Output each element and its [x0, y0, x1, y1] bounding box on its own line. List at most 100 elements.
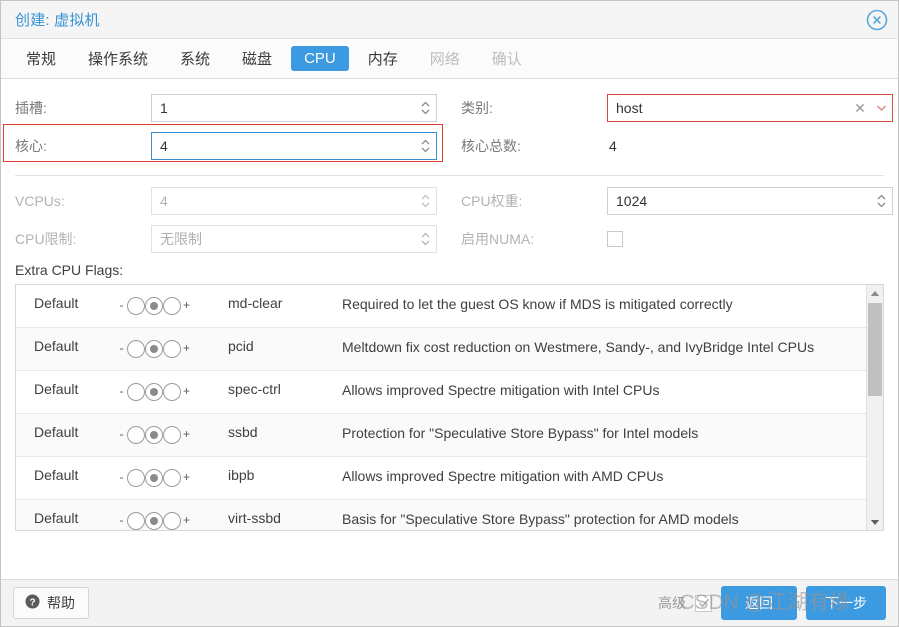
tab-cpu[interactable]: CPU — [291, 46, 349, 71]
flag-tristate-control[interactable]: - + — [116, 424, 228, 444]
flag-radio-on[interactable] — [163, 512, 181, 530]
cpu-form-grid: 插槽: 类别: ✕ — [15, 89, 893, 165]
flag-radio-off[interactable] — [127, 297, 145, 315]
flag-tristate-control[interactable]: - + — [116, 381, 228, 401]
total-cores-label: 核心总数: — [461, 138, 521, 154]
cpu-weight-input[interactable] — [608, 188, 870, 214]
cores-spinner[interactable] — [414, 133, 436, 159]
flag-radio-on[interactable] — [163, 340, 181, 358]
cores-input[interactable] — [152, 133, 414, 159]
tab-general[interactable]: 常规 — [13, 44, 69, 73]
table-row: Default - + ibpb Allows improved Spectre mit… — [16, 457, 883, 500]
cores-input-wrap[interactable] — [151, 132, 437, 160]
flag-description: Allows improved Spectre mitigation with … — [342, 382, 660, 398]
flag-radio-off[interactable] — [127, 340, 145, 358]
sockets-field-cell — [151, 94, 461, 122]
back-button[interactable]: 返回 — [721, 586, 797, 620]
cpu-weight-input-wrap[interactable] — [607, 187, 893, 215]
flag-tristate-control[interactable]: - + — [116, 338, 228, 358]
enable-numa-label: 启用NUMA: — [461, 231, 535, 247]
extra-cpu-flags-table: Default - + md-clear Required to let the gue… — [15, 284, 884, 531]
table-row: Default - + pcid Meltdown fix cost reduction… — [16, 328, 883, 371]
chevron-down-icon[interactable] — [870, 95, 892, 121]
flag-radio-default[interactable] — [145, 340, 163, 358]
table-row: Default - + virt-ssbd Basis for "Speculative… — [16, 500, 883, 530]
sockets-spinner[interactable] — [414, 95, 436, 121]
flag-radio-default[interactable] — [145, 297, 163, 315]
flag-radio-off[interactable] — [127, 383, 145, 401]
cpu-settings-panel: 插槽: 类别: ✕ — [1, 79, 898, 579]
tab-os[interactable]: 操作系统 — [75, 44, 161, 73]
question-circle-icon: ? — [25, 594, 40, 612]
type-field-cell: ✕ — [607, 94, 893, 122]
flag-name: ssbd — [228, 424, 258, 440]
flag-minus-label: - — [119, 470, 124, 484]
type-combo-wrap[interactable]: ✕ — [607, 94, 893, 122]
advanced-checkbox[interactable] — [695, 594, 712, 612]
close-icon[interactable] — [866, 9, 888, 31]
cpu-limit-field-cell — [151, 225, 461, 253]
table-row: Default - + md-clear Required to let the gue… — [16, 285, 883, 328]
tab-system[interactable]: 系统 — [167, 44, 223, 73]
create-vm-dialog: 创建: 虚拟机 常规 操作系统 系统 磁盘 CPU 内存 网络 确认 插槽: 1… — [0, 0, 899, 627]
flag-radio-on[interactable] — [163, 297, 181, 315]
help-button[interactable]: ? 帮助 — [13, 587, 89, 619]
flag-plus-label: + — [182, 513, 190, 527]
cpu-limit-label: CPU限制: — [15, 231, 77, 247]
flag-radio-off[interactable] — [127, 426, 145, 444]
flag-radio-default[interactable] — [145, 469, 163, 487]
flag-plus-label: + — [182, 341, 190, 355]
flag-description: Protection for "Speculative Store Bypass… — [342, 425, 699, 441]
flag-minus-label: - — [119, 427, 124, 441]
flag-state-label: Default — [34, 510, 79, 526]
scroll-up-icon[interactable] — [867, 285, 883, 301]
flag-description: Allows improved Spectre mitigation with … — [342, 468, 664, 484]
vcpus-input — [152, 188, 414, 214]
flag-plus-label: + — [182, 427, 190, 441]
flag-name: spec-ctrl — [228, 381, 281, 397]
cpu-limit-input-wrap[interactable] — [151, 225, 437, 253]
flag-state-label: Default — [34, 424, 79, 440]
flag-minus-label: - — [119, 298, 124, 312]
flag-state-label: Default — [34, 467, 79, 483]
flag-description: Basis for "Speculative Store Bypass" pro… — [342, 511, 739, 527]
cpu-limit-spinner[interactable] — [414, 226, 436, 252]
next-button[interactable]: 下一步 — [806, 586, 886, 620]
scroll-down-icon[interactable] — [867, 514, 883, 530]
tab-memory[interactable]: 内存 — [355, 44, 411, 73]
flag-plus-label: + — [182, 384, 190, 398]
flag-radio-on[interactable] — [163, 426, 181, 444]
tab-disk[interactable]: 磁盘 — [229, 44, 285, 73]
flag-radio-default[interactable] — [145, 426, 163, 444]
flag-tristate-control[interactable]: - + — [116, 467, 228, 487]
vcpus-input-wrap — [151, 187, 437, 215]
flag-name: md-clear — [228, 295, 283, 311]
flag-tristate-control[interactable]: - + — [116, 295, 228, 315]
sockets-input[interactable] — [152, 95, 414, 121]
flag-minus-label: - — [119, 513, 124, 527]
total-cores-value: 4 — [609, 138, 617, 154]
advanced-label: 高级 — [658, 595, 686, 611]
enable-numa-checkbox[interactable] — [607, 231, 623, 247]
flag-radio-off[interactable] — [127, 512, 145, 530]
cpu-limit-input[interactable] — [152, 226, 414, 252]
table-scrollbar[interactable] — [866, 285, 883, 530]
scrollbar-thumb[interactable] — [868, 303, 882, 396]
flag-radio-on[interactable] — [163, 383, 181, 401]
flag-minus-label: - — [119, 384, 124, 398]
divider — [15, 175, 884, 176]
table-row: Default - + spec-ctrl Allows improved Spectr… — [16, 371, 883, 414]
clear-icon[interactable]: ✕ — [850, 95, 870, 121]
cpu-weight-spinner[interactable] — [870, 188, 892, 214]
type-input[interactable] — [608, 95, 850, 121]
flag-description: Required to let the guest OS know if MDS… — [342, 296, 733, 312]
flag-name: ibpb — [228, 467, 255, 483]
flag-radio-off[interactable] — [127, 469, 145, 487]
flag-tristate-control[interactable]: - + — [116, 510, 228, 530]
flag-radio-default[interactable] — [145, 383, 163, 401]
flag-radio-on[interactable] — [163, 469, 181, 487]
sockets-input-wrap[interactable] — [151, 94, 437, 122]
flag-radio-default[interactable] — [145, 512, 163, 530]
flag-minus-label: - — [119, 341, 124, 355]
cpu-weight-field-cell — [607, 187, 893, 215]
